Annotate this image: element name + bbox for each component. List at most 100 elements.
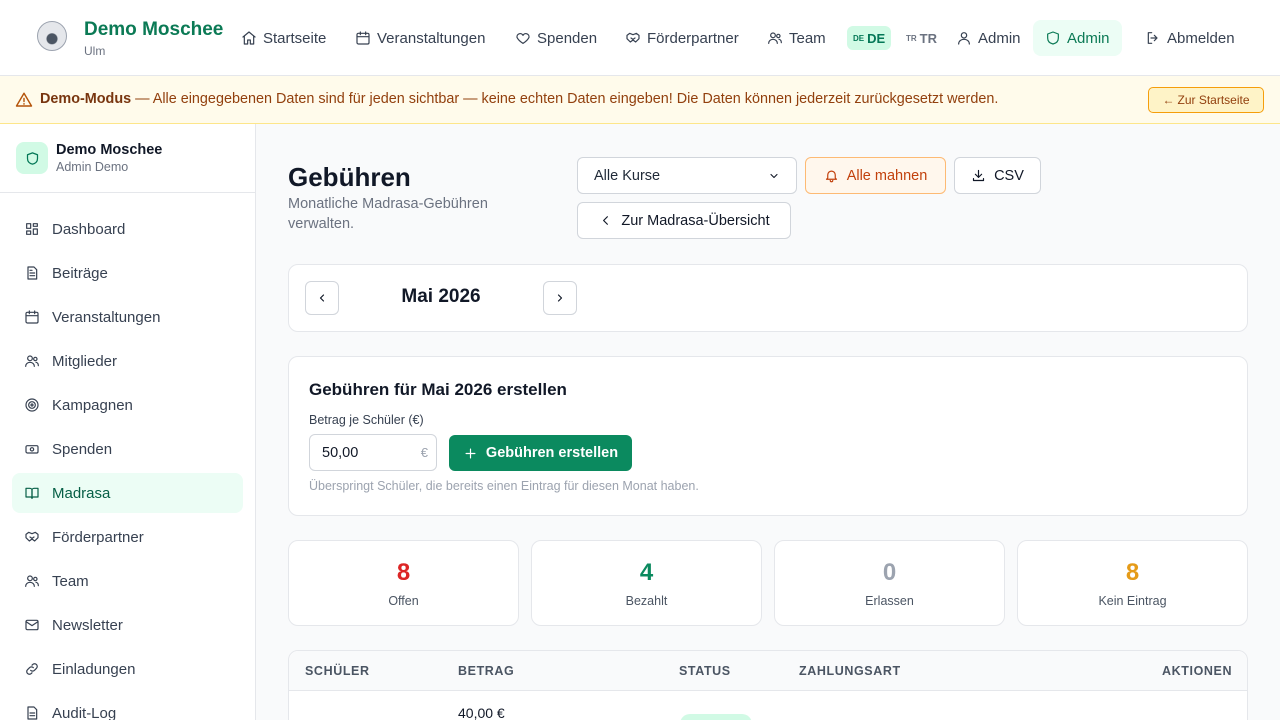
users-icon (768, 32, 782, 44)
nav-donations-label: Spenden (537, 29, 598, 47)
sidebar-item-invitations[interactable]: Einladungen (12, 649, 243, 689)
heart-icon (516, 33, 530, 44)
sidebar-item-label: Madrasa (52, 484, 111, 502)
to-homepage-button[interactable]: ← Zur Startseite (1148, 87, 1264, 113)
create-fees-title: Gebühren für Mai 2026 erstellen (309, 380, 567, 399)
sidebar-item-label: Veranstaltungen (52, 308, 161, 326)
calendar-icon (25, 310, 39, 324)
remind-all-label: Alle mahnen (846, 167, 928, 184)
download-icon (972, 169, 985, 182)
sidebar-item-audit-log[interactable]: Audit-Log (12, 693, 243, 720)
handshake-icon (626, 32, 640, 43)
demo-banner-title: Demo-Modus (40, 91, 132, 107)
flag-tr-icon: TR (906, 33, 917, 43)
sidebar-item-team[interactable]: Team (12, 561, 243, 601)
sidebar-item-events[interactable]: Veranstaltungen (12, 297, 243, 337)
shield-icon (26, 151, 38, 165)
column-header-amount[interactable]: BETRAG (458, 664, 514, 678)
nav-admin[interactable]: Admin (1033, 20, 1122, 56)
user-icon (958, 32, 970, 45)
chevron-left-icon (603, 216, 609, 225)
sidebar-item-sponsors[interactable]: Förderpartner (12, 517, 243, 557)
sidebar-divider (0, 192, 255, 193)
previous-month-button[interactable] (305, 281, 339, 315)
calendar-icon (356, 31, 370, 45)
amount-input[interactable]: 50,00 € (309, 434, 437, 471)
nav-admin-label: Admin (1067, 29, 1110, 47)
logout-label: Abmelden (1167, 29, 1235, 47)
nav-team-label: Team (789, 29, 826, 47)
mosque-logo[interactable] (37, 21, 67, 51)
chevron-down-icon (770, 173, 778, 178)
course-select[interactable]: Alle Kurse (577, 157, 797, 194)
amount-label: Betrag je Schüler (€) (309, 413, 424, 427)
sidebar-item-label: Spenden (52, 440, 113, 458)
chevron-left-icon (319, 294, 325, 302)
arrow-left-icon: ← (1162, 93, 1175, 107)
language-tr-label: TR (919, 30, 938, 46)
brand-city: Ulm (84, 44, 106, 58)
nav-team[interactable]: Team (767, 20, 826, 56)
column-header-status[interactable]: STATUS (679, 664, 731, 678)
handshake-icon (25, 531, 39, 542)
sidebar-item-madrasa[interactable]: Madrasa (12, 473, 243, 513)
amount-input-value: 50,00 (322, 444, 359, 461)
chevron-right-icon (557, 294, 563, 302)
logout-button[interactable]: Abmelden (1145, 20, 1235, 56)
sidebar-item-campaigns[interactable]: Kampagnen (12, 385, 243, 425)
nav-sponsors[interactable]: Förderpartner (625, 20, 739, 56)
current-month-label: Mai 2026 (401, 286, 481, 307)
mail-icon (25, 619, 39, 631)
dashboard-icon (26, 223, 38, 235)
brand-name[interactable]: Demo Moschee (84, 19, 223, 41)
demo-banner-text: Demo-Modus — Alle eingegebenen Daten sin… (40, 91, 998, 107)
banknote-icon (25, 445, 39, 454)
nav-sponsors-label: Förderpartner (647, 29, 739, 47)
stat-paid-label: Bezahlt (625, 594, 668, 608)
euro-icon: € (420, 445, 428, 460)
nav-home[interactable]: Startseite (241, 20, 326, 56)
status-badge (680, 714, 752, 720)
stat-waived-label: Erlassen (865, 594, 914, 608)
stat-no-entry: 8 Kein Eintrag (1017, 540, 1248, 626)
page-title: Gebühren (288, 162, 411, 192)
stat-open-value: 8 (396, 559, 411, 586)
sidebar-item-newsletter[interactable]: Newsletter (12, 605, 243, 645)
nav-user-label: Admin (978, 29, 1021, 47)
sidebar-item-members[interactable]: Mitglieder (12, 341, 243, 381)
stat-waived-value: 0 (882, 559, 897, 586)
column-header-payment-method[interactable]: ZAHLUNGSART (799, 664, 901, 678)
stat-no-entry-label: Kein Eintrag (1098, 594, 1167, 608)
table-row-amount: 40,00 € (458, 705, 505, 720)
column-header-student[interactable]: SCHÜLER (305, 664, 370, 678)
home-icon (242, 31, 256, 45)
madrasa-overview-button[interactable]: Zur Madrasa-Übersicht (577, 202, 791, 239)
sidebar-item-dashboard[interactable]: Dashboard (12, 209, 243, 249)
create-fees-hint: Überspringt Schüler, die bereits einen E… (309, 479, 699, 493)
sidebar-item-label: Einladungen (52, 660, 136, 678)
nav-donations[interactable]: Spenden (515, 20, 597, 56)
page-subtitle: Monatliche Madrasa-Gebühren verwalten. (288, 196, 488, 232)
language-de-button[interactable]: DE DE (847, 26, 892, 50)
sidebar-item-posts[interactable]: Beiträge (12, 253, 243, 293)
column-header-actions: AKTIONEN (1162, 664, 1233, 678)
csv-export-button[interactable]: CSV (954, 157, 1041, 194)
stat-paid: 4 Bezahlt (531, 540, 762, 626)
nav-events[interactable]: Veranstaltungen (355, 20, 485, 56)
users-icon (25, 355, 39, 367)
sidebar-item-label: Dashboard (52, 220, 126, 238)
bell-icon (825, 170, 837, 183)
sidebar-item-label: Kampagnen (52, 396, 133, 414)
remind-all-button[interactable]: Alle mahnen (805, 157, 946, 194)
to-homepage-label: Zur Startseite (1177, 93, 1250, 107)
stat-no-entry-value: 8 (1125, 559, 1140, 586)
language-tr-button[interactable]: TR TR (900, 26, 943, 50)
next-month-button[interactable] (543, 281, 577, 315)
create-fees-button[interactable]: Gebühren erstellen (449, 435, 632, 471)
sidebar-item-label: Förderpartner (52, 528, 144, 546)
logout-icon (1147, 32, 1158, 44)
nav-user[interactable]: Admin (956, 20, 1021, 56)
shield-icon (1047, 31, 1059, 45)
sidebar-item-donations[interactable]: Spenden (12, 429, 243, 469)
create-fees-label: Gebühren erstellen (485, 445, 619, 461)
